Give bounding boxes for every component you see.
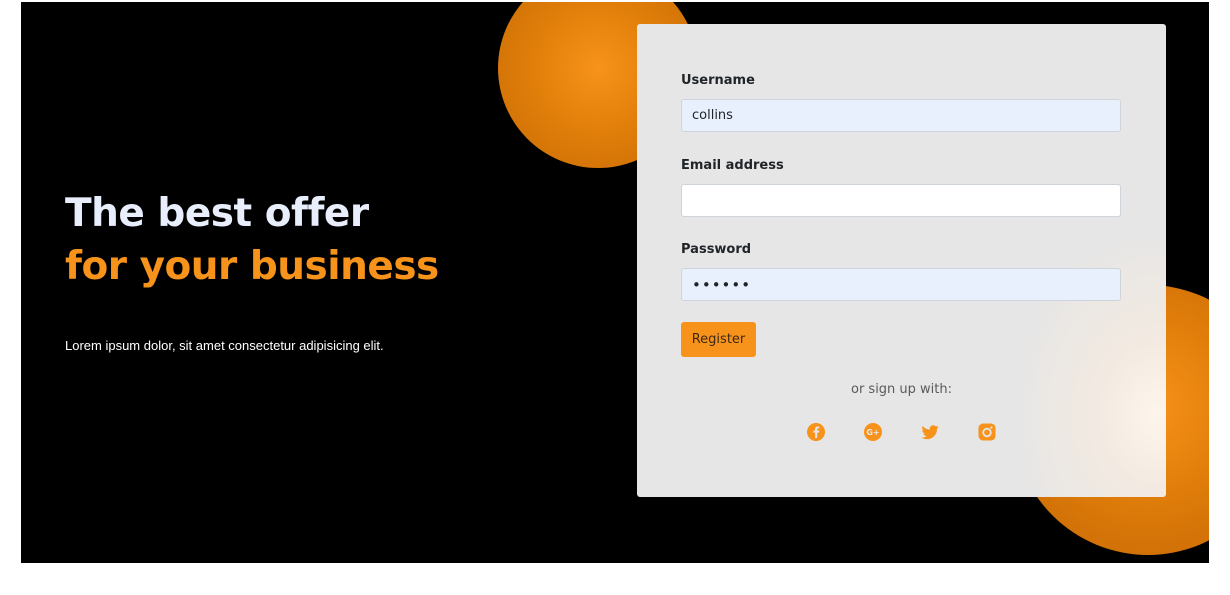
headline-line-1: The best offer bbox=[65, 191, 369, 236]
username-input[interactable] bbox=[681, 99, 1121, 132]
facebook-icon[interactable] bbox=[806, 422, 826, 442]
register-button[interactable]: Register bbox=[681, 322, 756, 357]
social-signup-text: or sign up with: bbox=[850, 382, 953, 397]
headline-line-2: for your business bbox=[65, 244, 439, 289]
email-label: Email address bbox=[681, 158, 784, 173]
social-icons: G+ bbox=[637, 422, 1166, 442]
hero-section: The best offer for your business Lorem i… bbox=[21, 2, 1209, 563]
instagram-icon[interactable] bbox=[977, 422, 997, 442]
register-card: Username Email address Password Register… bbox=[637, 24, 1166, 497]
twitter-icon[interactable] bbox=[920, 422, 940, 442]
password-input[interactable] bbox=[681, 268, 1121, 301]
email-input[interactable] bbox=[681, 184, 1121, 217]
password-label: Password bbox=[681, 242, 752, 257]
svg-text:G+: G+ bbox=[866, 428, 879, 437]
hero-description: Lorem ipsum dolor, sit amet consectetur … bbox=[65, 338, 384, 353]
username-label: Username bbox=[681, 73, 755, 88]
google-plus-icon[interactable]: G+ bbox=[863, 422, 883, 442]
hero-headline: The best offer for your business bbox=[65, 187, 439, 293]
